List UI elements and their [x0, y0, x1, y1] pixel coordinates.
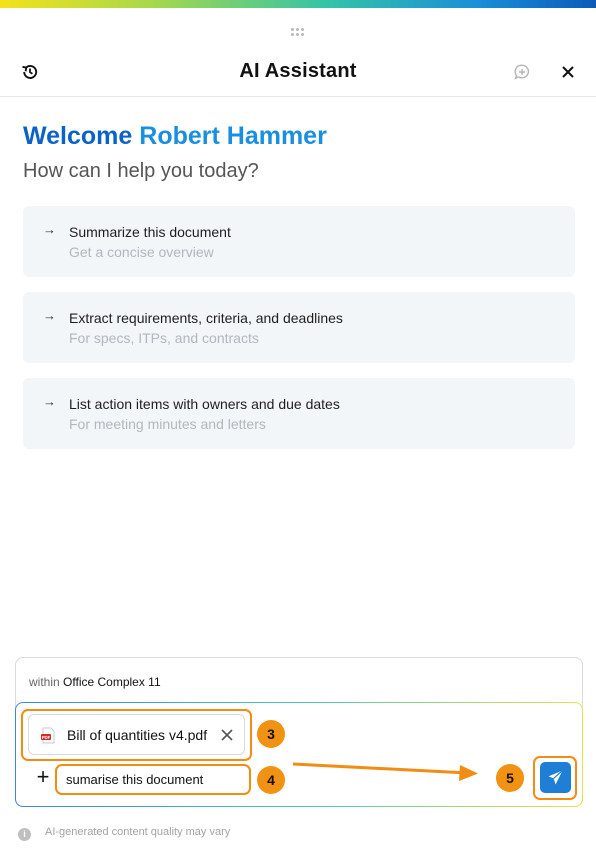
arrow-right-icon: →: [43, 222, 56, 237]
suggestion-card-action-items[interactable]: → List action items with owners and due …: [23, 378, 575, 449]
close-icon[interactable]: [556, 60, 580, 84]
suggestion-card-extract[interactable]: → Extract requirements, criteria, and de…: [23, 292, 575, 363]
suggestion-subtitle: For meeting minutes and letters: [69, 416, 266, 432]
send-button[interactable]: [540, 762, 571, 793]
top-gradient-bar: [0, 0, 596, 8]
paper-plane-icon: [548, 770, 563, 785]
scope-project: Office Complex 11: [63, 675, 161, 689]
assistant-header: AI Assistant: [0, 48, 596, 97]
panel-title: AI Assistant: [239, 60, 357, 82]
scope-prefix: within: [29, 675, 60, 689]
suggestion-title: List action items with owners and due da…: [69, 396, 340, 412]
callout-arrow: [292, 762, 478, 781]
info-icon: i: [18, 828, 31, 841]
drag-handle-icon[interactable]: [290, 28, 306, 38]
svg-text:PDF: PDF: [42, 735, 51, 740]
welcome-subtitle: How can I help you today?: [23, 160, 259, 182]
new-chat-icon[interactable]: [510, 60, 534, 84]
user-name: Robert Hammer: [139, 122, 327, 150]
message-input[interactable]: [66, 772, 256, 787]
step-badge: 4: [257, 766, 285, 794]
step-badge: 5: [496, 764, 524, 792]
arrow-right-icon: →: [43, 394, 56, 409]
scope-label[interactable]: within Office Complex 11: [29, 675, 161, 689]
welcome-greeting: Welcome: [23, 122, 133, 150]
suggestion-title: Summarize this document: [69, 224, 231, 240]
pdf-file-icon: PDF: [41, 727, 55, 744]
arrow-right-icon: →: [43, 308, 56, 323]
add-attachment-button[interactable]: +: [34, 766, 52, 788]
attachment-chip[interactable]: PDF Bill of quantities v4.pdf: [28, 714, 245, 755]
footer-disclaimer: i AI-generated content quality may vary: [18, 826, 230, 841]
suggestion-card-summarize[interactable]: → Summarize this document Get a concise …: [23, 206, 575, 277]
remove-attachment-icon[interactable]: [219, 727, 235, 743]
suggestion-subtitle: For specs, ITPs, and contracts: [69, 330, 259, 346]
step-badge: 3: [257, 720, 285, 748]
footer-text: AI-generated content quality may vary: [45, 826, 231, 838]
suggestion-title: Extract requirements, criteria, and dead…: [69, 310, 343, 326]
attachment-file-name: Bill of quantities v4.pdf: [67, 727, 208, 743]
welcome-heading: Welcome Robert Hammer: [23, 122, 327, 151]
suggestion-subtitle: Get a concise overview: [69, 244, 214, 260]
